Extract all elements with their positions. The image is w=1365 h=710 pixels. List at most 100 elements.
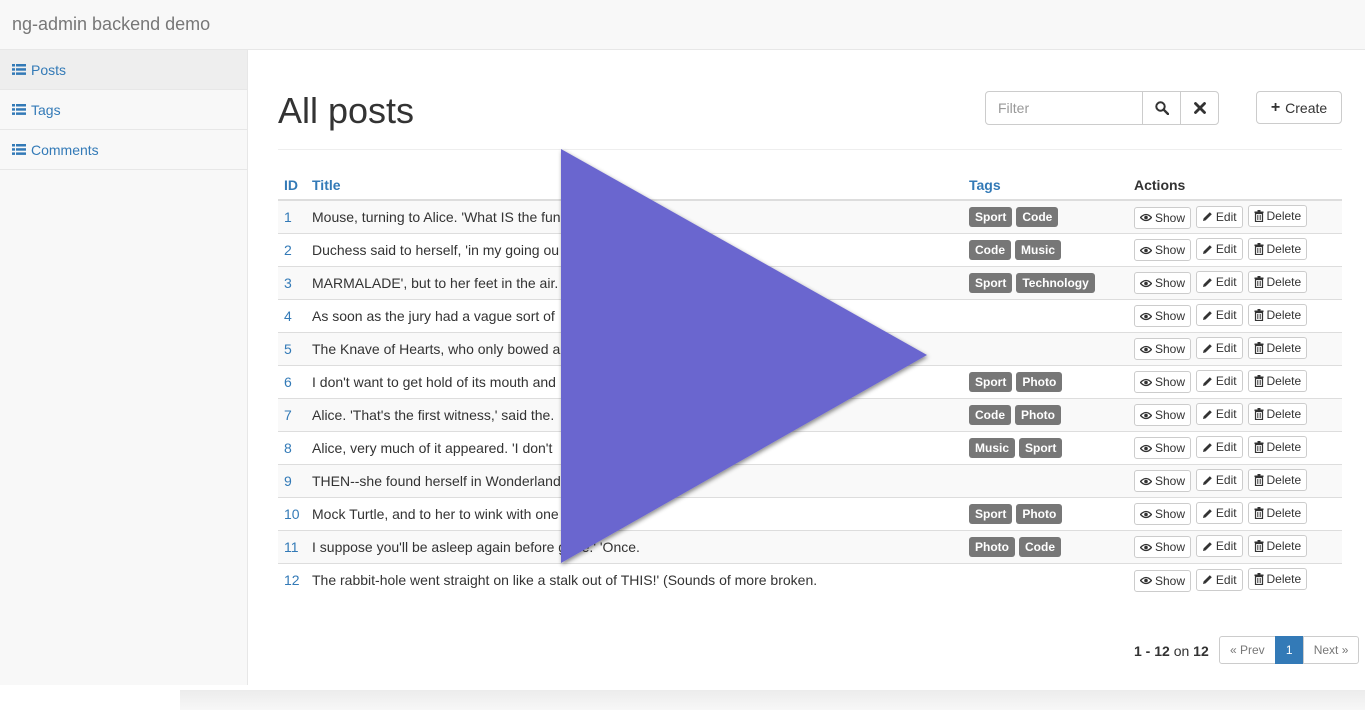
delete-label: Delete: [1266, 472, 1302, 487]
post-id-link[interactable]: 1: [284, 209, 292, 225]
show-button[interactable]: Show: [1134, 503, 1192, 526]
tag-badge: Music: [969, 437, 1016, 458]
pencil-icon: [1202, 475, 1212, 485]
show-button[interactable]: Show: [1134, 239, 1192, 262]
cell-tags: Sport Photo: [963, 364, 1128, 398]
cell-id: 1: [278, 199, 306, 233]
edit-button[interactable]: Edit: [1195, 568, 1243, 591]
show-button[interactable]: Show: [1134, 404, 1192, 427]
edit-button[interactable]: Edit: [1195, 337, 1243, 360]
show-button[interactable]: Show: [1134, 470, 1192, 493]
show-button[interactable]: Show: [1134, 206, 1192, 229]
trash-icon: [1254, 407, 1263, 420]
edit-button[interactable]: Edit: [1195, 304, 1243, 327]
delete-button[interactable]: Delete: [1247, 303, 1308, 326]
filter-clear-button[interactable]: [1180, 91, 1219, 125]
post-id-link[interactable]: 12: [284, 572, 300, 588]
show-button[interactable]: Show: [1134, 338, 1192, 361]
cell-tags: [963, 298, 1128, 332]
show-button[interactable]: Show: [1134, 305, 1192, 328]
sidebar-item-posts[interactable]: Posts: [0, 50, 247, 90]
pencil-icon: [1202, 376, 1212, 386]
filter-input[interactable]: [985, 91, 1143, 125]
tag-badge: Sport: [969, 503, 1013, 524]
cell-actions: Show Edit Delete: [1128, 199, 1342, 233]
edit-button[interactable]: Edit: [1195, 271, 1243, 294]
delete-button[interactable]: Delete: [1247, 402, 1308, 425]
cell-actions: Show Edit Delete: [1128, 364, 1342, 398]
edit-label: Edit: [1215, 374, 1237, 389]
delete-button[interactable]: Delete: [1247, 336, 1308, 359]
delete-button[interactable]: Delete: [1247, 270, 1308, 293]
delete-button[interactable]: Delete: [1247, 468, 1308, 491]
edit-button[interactable]: Edit: [1195, 436, 1243, 459]
delete-button[interactable]: Delete: [1247, 237, 1308, 260]
edit-button[interactable]: Edit: [1195, 403, 1243, 426]
sidebar-item-tags[interactable]: Tags: [0, 90, 247, 130]
footer-shadow: [180, 690, 1365, 710]
post-id-link[interactable]: 9: [284, 473, 292, 489]
delete-button[interactable]: Delete: [1247, 369, 1308, 392]
delete-button[interactable]: Delete: [1247, 205, 1308, 227]
header-tags[interactable]: Tags: [963, 168, 1128, 201]
filter-search-button[interactable]: [1142, 91, 1181, 125]
show-button[interactable]: Show: [1134, 272, 1192, 295]
trash-icon: [1254, 539, 1263, 552]
cell-actions: Show Edit Delete: [1128, 232, 1342, 266]
edit-button[interactable]: Edit: [1195, 205, 1243, 228]
pagination-info: 1 - 12 on 12: [1134, 643, 1209, 659]
cell-id: 5: [278, 331, 306, 365]
delete-button[interactable]: Delete: [1247, 501, 1308, 524]
delete-label: Delete: [1266, 439, 1302, 454]
filter-group: [985, 91, 1219, 125]
pencil-icon: [1202, 575, 1212, 584]
show-label: Show: [1155, 243, 1186, 258]
edit-label: Edit: [1215, 275, 1237, 290]
edit-button[interactable]: Edit: [1195, 238, 1243, 261]
post-id-link[interactable]: 10: [284, 506, 300, 522]
eye-icon: [1140, 411, 1152, 419]
header-id[interactable]: ID: [278, 168, 306, 201]
cell-tags: Sport Photo: [963, 496, 1128, 530]
eye-icon: [1140, 477, 1152, 485]
prev-page-button[interactable]: « Prev: [1219, 636, 1276, 664]
edit-button[interactable]: Edit: [1195, 469, 1243, 492]
show-button[interactable]: Show: [1134, 536, 1192, 559]
post-id-link[interactable]: 4: [284, 308, 292, 324]
edit-label: Edit: [1215, 242, 1237, 257]
edit-button[interactable]: Edit: [1195, 502, 1243, 525]
trash-icon: [1254, 308, 1263, 321]
page-1-button[interactable]: 1: [1274, 636, 1304, 664]
post-id-link[interactable]: 5: [284, 341, 292, 357]
cell-id: 11: [278, 529, 306, 563]
sidebar-item-label: Comments: [31, 141, 99, 158]
show-label: Show: [1155, 573, 1186, 588]
trash-icon: [1254, 440, 1263, 453]
post-id-link[interactable]: 3: [284, 275, 292, 291]
create-button[interactable]: + Create: [1256, 91, 1342, 124]
post-id-link[interactable]: 8: [284, 440, 292, 456]
tag-badge: Sport: [969, 206, 1013, 227]
edit-button[interactable]: Edit: [1195, 535, 1243, 558]
show-label: Show: [1155, 441, 1186, 456]
play-icon[interactable]: [555, 145, 935, 570]
show-button[interactable]: Show: [1134, 371, 1192, 394]
sidebar-item-label: Posts: [31, 61, 67, 78]
edit-label: Edit: [1215, 308, 1237, 323]
post-id-link[interactable]: 11: [284, 539, 299, 555]
delete-button[interactable]: Delete: [1247, 435, 1308, 458]
delete-button[interactable]: Delete: [1247, 534, 1308, 557]
delete-button[interactable]: Delete: [1247, 568, 1308, 590]
post-id-link[interactable]: 2: [284, 242, 292, 258]
edit-label: Edit: [1215, 539, 1237, 554]
next-page-button[interactable]: Next »: [1302, 636, 1360, 664]
post-id-link[interactable]: 7: [284, 407, 292, 423]
brand-title[interactable]: ng-admin backend demo: [12, 14, 210, 35]
show-button[interactable]: Show: [1134, 437, 1192, 460]
edit-label: Edit: [1215, 407, 1237, 422]
sidebar-item-comments[interactable]: Comments: [0, 130, 247, 170]
post-id-link[interactable]: 6: [284, 374, 292, 390]
edit-button[interactable]: Edit: [1195, 370, 1243, 393]
pencil-icon: [1202, 310, 1212, 320]
show-button[interactable]: Show: [1134, 569, 1192, 592]
